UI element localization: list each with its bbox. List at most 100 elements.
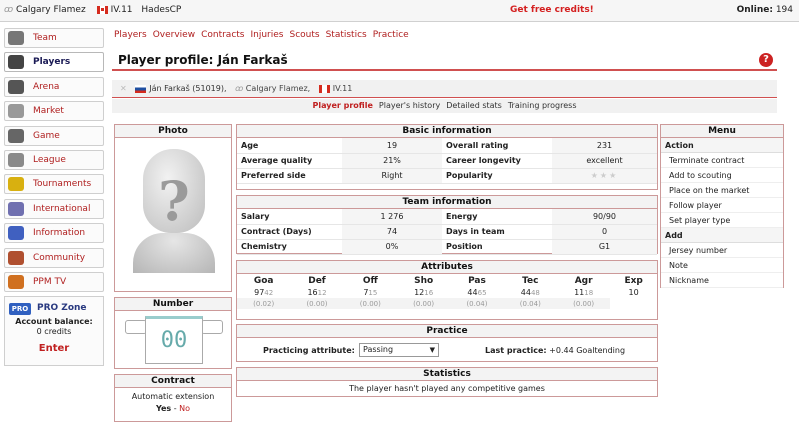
attr-value: 10	[628, 288, 639, 297]
attr-value-row: 9742 1612 715 1216 4465 4448 1118 10	[237, 287, 657, 298]
photo-title: Photo	[115, 125, 231, 138]
player-club[interactable]: Calgary Flamez,	[246, 84, 310, 93]
attr-cell: 10	[610, 287, 657, 298]
attr-potential: 16	[424, 289, 434, 297]
pro-zone: PRO PRO Zone Account balance: 0 credits …	[4, 296, 104, 366]
dropdown-arrow-icon: ▼	[429, 346, 435, 354]
player-info-bar: ✕ Ján Farkaš (51019), ꝏ Calgary Flamez, …	[112, 80, 777, 98]
player-name[interactable]: Ján Farkaš (51019),	[149, 84, 226, 93]
sidebar-item-market[interactable]: Market	[4, 101, 104, 121]
menu-title: Menu	[661, 125, 783, 138]
statistics-title: Statistics	[237, 368, 657, 381]
info-row: Average quality 21% Career longevity excell…	[237, 153, 657, 169]
info-row: Chemistry 0% Position G1	[237, 239, 657, 255]
club-name[interactable]: Calgary Flamez	[16, 5, 86, 15]
attr-header: Goa	[253, 275, 274, 286]
last-practice-value: +0.44 Goaltending	[549, 346, 626, 355]
sub-nav: Players Overview Contracts Injuries Scouts St…	[114, 30, 415, 40]
practice-selected: Passing	[363, 345, 394, 354]
pro-enter-link[interactable]: Enter	[5, 343, 103, 354]
info-key: Chemistry	[237, 239, 342, 255]
menu-item-nickname[interactable]: Nickname	[661, 273, 783, 288]
info-key: Days in team	[442, 224, 552, 240]
menu-item-jersey-number[interactable]: Jersey number	[661, 243, 783, 258]
attr-header: Tec	[522, 275, 539, 286]
sidebar-item-community[interactable]: Community	[4, 248, 104, 268]
help-icon[interactable]: ?	[759, 53, 773, 67]
nav-injuries[interactable]: Injuries	[250, 30, 283, 40]
attr-change: (0.00)	[556, 298, 611, 309]
attr-change: (0.00)	[290, 298, 344, 309]
contract-no[interactable]: No	[179, 404, 190, 413]
sidebar-item-league[interactable]: League	[4, 150, 104, 170]
sidebar-item-label: Market	[33, 106, 64, 116]
contract-yes[interactable]: Yes	[156, 404, 171, 413]
sidebar-item-label: Game	[33, 131, 60, 141]
profile-tabs: Player profile Player's history Detailed s…	[112, 99, 777, 113]
sidebar-item-game[interactable]: Game	[4, 126, 104, 146]
free-credits-link[interactable]: Get free credits!	[510, 5, 594, 15]
sidebar-item-team[interactable]: Team	[4, 28, 104, 48]
pro-zone-title: PRO Zone	[37, 303, 87, 313]
tab-detailed-stats[interactable]: Detailed stats	[446, 101, 502, 110]
attr-potential: 18	[584, 289, 594, 297]
canada-flag-icon	[96, 5, 108, 14]
sidebar-item-arena[interactable]: Arena	[4, 77, 104, 97]
contract-text: Automatic extension	[131, 392, 215, 401]
menu-item-add-to-scouting[interactable]: Add to scouting	[661, 168, 783, 183]
sidebar-item-label: International	[33, 204, 91, 214]
pro-badge-icon: PRO	[9, 303, 31, 315]
basic-info-table: Age 19 Overall rating 231 Average quality 21%…	[237, 138, 657, 184]
account-balance-label: Account balance:	[15, 317, 93, 326]
club-header: ꝏ Calgary Flamez IV.11 HadesCP	[4, 5, 181, 15]
tab-player-profile[interactable]: Player profile	[312, 101, 372, 110]
player-league[interactable]: IV.11	[333, 84, 353, 93]
attr-header: Pas	[468, 275, 486, 286]
practice-select[interactable]: Passing ▼	[359, 343, 439, 357]
info-key: Popularity	[442, 168, 552, 184]
info-value: 90/90	[552, 209, 657, 225]
info-key: Contract (Days)	[237, 224, 342, 240]
info-key: Position	[442, 239, 552, 255]
info-value: excellent	[552, 153, 657, 169]
sidebar-item-tournaments[interactable]: Tournaments	[4, 174, 104, 194]
tab-training-progress[interactable]: Training progress	[508, 101, 577, 110]
player-silhouette-icon: ?	[133, 149, 215, 273]
info-value: Right	[342, 168, 442, 184]
player-info-row: ✕ Ján Farkaš (51019), ꝏ Calgary Flamez, …	[120, 84, 352, 93]
nav-contracts[interactable]: Contracts	[201, 30, 244, 40]
menu-item-note[interactable]: Note	[661, 258, 783, 273]
nav-practice[interactable]: Practice	[373, 30, 409, 40]
sidebar-item-information[interactable]: Information	[4, 223, 104, 243]
club-logo-icon: ꝏ	[235, 84, 244, 93]
attr-change: (0.04)	[450, 298, 504, 309]
attr-value: 44	[467, 288, 478, 297]
tv-icon	[8, 275, 24, 289]
menu-item-terminate-contract[interactable]: Terminate contract	[661, 153, 783, 168]
menu-item-follow-player[interactable]: Follow player	[661, 198, 783, 213]
nav-statistics[interactable]: Statistics	[326, 30, 367, 40]
practice-panel: Practice Practicing attribute: Passing ▼…	[236, 324, 658, 362]
sidebar-item-label: Team	[33, 33, 57, 43]
league-link[interactable]: IV.11	[111, 5, 133, 15]
menu-body: Action Terminate contract Add to scouting P…	[661, 138, 783, 288]
sidebar-item-players[interactable]: Players	[4, 52, 104, 72]
attr-header-row: Goa Def Off Sho Pas Tec Agr Exp	[237, 274, 657, 287]
menu-item-set-player-type[interactable]: Set player type	[661, 213, 783, 228]
contract-title: Contract	[115, 375, 231, 388]
nav-scouts[interactable]: Scouts	[289, 30, 319, 40]
sidebar-item-international[interactable]: International	[4, 199, 104, 219]
nav-overview[interactable]: Overview	[153, 30, 195, 40]
attr-value: 44	[520, 288, 531, 297]
jersey-icon: 00	[125, 316, 223, 366]
sidebar-item-label: Information	[33, 228, 86, 238]
menu-item-place-on-the-market[interactable]: Place on the market	[661, 183, 783, 198]
tab-player-s-history[interactable]: Player's history	[379, 101, 440, 110]
info-row: Age 19 Overall rating 231	[237, 138, 657, 154]
close-icon[interactable]: ✕	[120, 84, 127, 93]
people-icon	[8, 251, 24, 265]
sidebar-item-ppm-tv[interactable]: PPM TV	[4, 272, 104, 292]
attr-header: Def	[308, 275, 326, 286]
nav-players[interactable]: Players	[114, 30, 147, 40]
manager-name[interactable]: HadesCP	[141, 5, 181, 15]
